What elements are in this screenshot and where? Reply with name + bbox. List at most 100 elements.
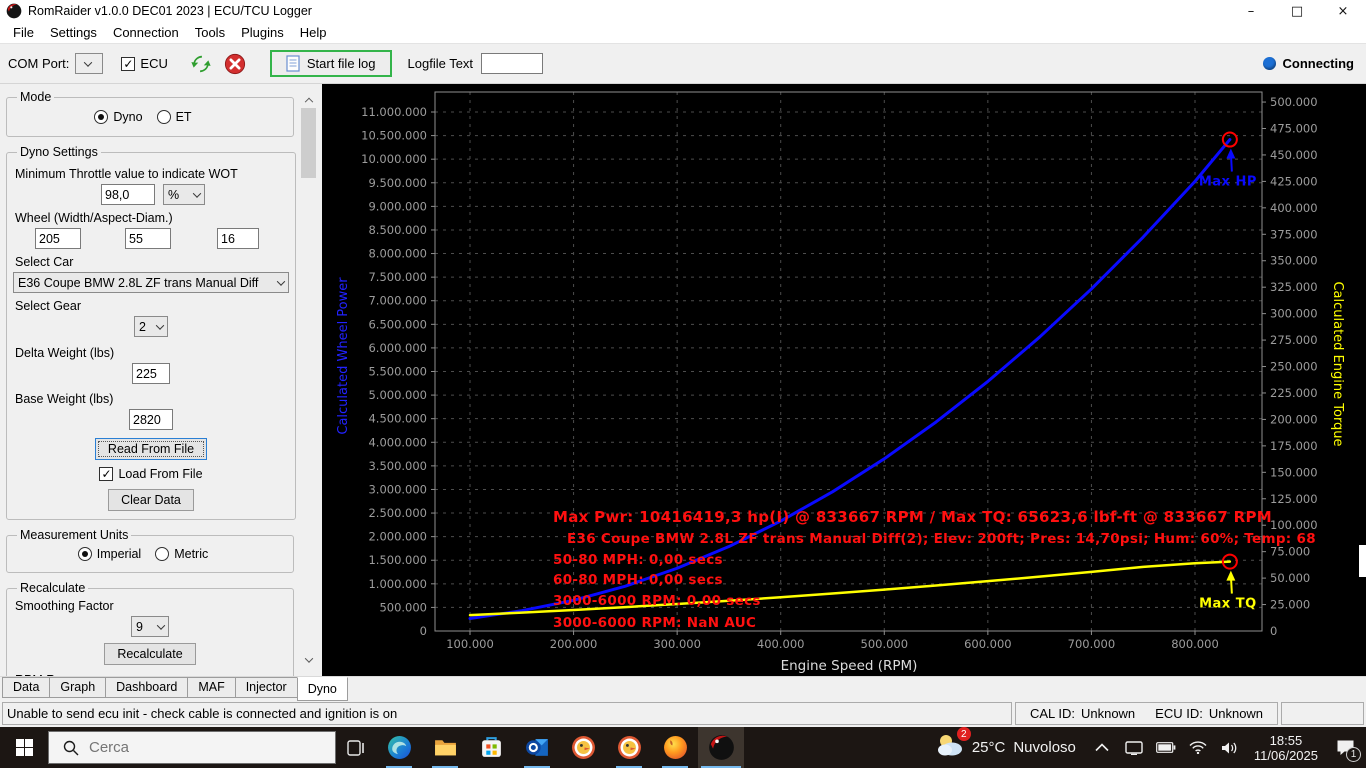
load-from-file-checkbox[interactable]: ✓ (99, 467, 114, 481)
menu-settings[interactable]: Settings (42, 23, 105, 42)
read-from-file-button[interactable]: Read From File (94, 438, 208, 460)
wheel-aspect-input[interactable] (125, 228, 171, 249)
tray-battery-icon[interactable] (1154, 734, 1178, 762)
taskbar-outlook[interactable] (514, 727, 560, 768)
units-metric-radio[interactable] (155, 547, 170, 561)
svg-text:8.000.000: 8.000.000 (368, 247, 427, 261)
svg-text:Calculated Wheel Power: Calculated Wheel Power (336, 277, 351, 435)
ecu-checkbox[interactable]: ✓ (121, 56, 136, 71)
taskbar-duckduckgo-2[interactable] (606, 727, 652, 768)
svg-text:600.000: 600.000 (964, 637, 1012, 651)
tray-clock[interactable]: 18:55 11/06/2025 (1254, 733, 1318, 763)
svg-text:375.000: 375.000 (1270, 227, 1318, 241)
taskbar-ms-store[interactable] (468, 727, 514, 768)
refresh-connection-icon[interactable] (190, 53, 212, 75)
taskbar-search[interactable] (48, 731, 336, 764)
clear-data-button[interactable]: Clear Data (108, 489, 194, 511)
maximize-button[interactable]: □ (1274, 0, 1320, 22)
logfile-text-label: Logfile Text (407, 56, 474, 71)
connection-status: Connecting (1262, 56, 1354, 71)
select-car-dropdown[interactable]: E36 Coupe BMW 2.8L ZF trans Manual Diff (13, 272, 289, 293)
tray-chevron-up-icon[interactable] (1090, 734, 1114, 762)
svg-text:7.500.000: 7.500.000 (368, 270, 427, 284)
delta-weight-input[interactable] (132, 363, 170, 384)
tab-injector[interactable]: Injector (234, 677, 298, 698)
menu-tools[interactable]: Tools (187, 23, 233, 42)
ecu-id-label: ECU ID: (1155, 706, 1203, 721)
svg-text:1.000.000: 1.000.000 (368, 577, 427, 591)
notification-center-button[interactable]: 1 (1328, 727, 1362, 768)
svg-text:500.000: 500.000 (1270, 95, 1318, 109)
mode-dyno-radio[interactable] (94, 110, 109, 124)
sidebar-scrollbar[interactable] (300, 90, 317, 668)
start-file-log-button[interactable]: Start file log (269, 50, 392, 77)
com-port-select[interactable] (75, 53, 104, 74)
delta-weight-label: Delta Weight (lbs) (15, 346, 115, 360)
task-view-button[interactable] (336, 727, 376, 768)
taskbar-edge[interactable] (376, 727, 422, 768)
logfile-text-input[interactable] (481, 53, 544, 74)
status-ids: CAL ID: Unknown ECU ID: Unknown (1015, 702, 1278, 725)
weather-widget[interactable]: 2 25°C Nuvoloso (936, 727, 1086, 763)
search-input[interactable] (89, 739, 289, 756)
close-button[interactable]: × (1320, 0, 1366, 22)
scrollbar-down-arrow-icon[interactable] (300, 651, 317, 668)
chevron-down-icon (84, 57, 93, 67)
scrollbar-up-arrow-icon[interactable] (300, 90, 317, 107)
tray-time: 18:55 (1269, 732, 1303, 748)
select-gear-dropdown[interactable]: 2 (134, 316, 168, 337)
weather-desc: Nuvoloso (1013, 739, 1076, 756)
taskbar-duckduckgo-1[interactable] (560, 727, 606, 768)
svg-text:1.500.000: 1.500.000 (368, 553, 427, 567)
wheel-width-input[interactable] (35, 228, 81, 249)
taskbar-firefox[interactable] (652, 727, 698, 768)
tab-dashboard[interactable]: Dashboard (105, 677, 189, 698)
svg-text:475.000: 475.000 (1270, 121, 1318, 135)
mode-et-radio[interactable] (156, 110, 171, 124)
tray-wifi-icon[interactable] (1186, 734, 1210, 762)
taskbar-romraider[interactable] (698, 727, 744, 768)
disconnect-icon[interactable] (224, 53, 246, 75)
system-tray: 2 25°C Nuvoloso 18:55 11/06/2025 1 (936, 727, 1366, 768)
chevron-down-icon (156, 620, 166, 630)
start-button[interactable] (0, 727, 48, 768)
svg-text:100.000: 100.000 (446, 637, 494, 651)
taskbar-file-explorer[interactable] (422, 727, 468, 768)
svg-text:225.000: 225.000 (1270, 386, 1318, 400)
measurement-units-group: Measurement Units Imperial Metric (6, 528, 294, 573)
svg-text:300.000: 300.000 (1270, 307, 1318, 321)
tray-cast-icon[interactable] (1122, 734, 1146, 762)
svg-text:25.000: 25.000 (1270, 598, 1310, 612)
units-imperial-radio[interactable] (77, 547, 92, 561)
menu-help[interactable]: Help (292, 23, 335, 42)
menu-file[interactable]: File (5, 23, 42, 42)
scrollbar-thumb[interactable] (301, 108, 316, 178)
svg-text:125.000: 125.000 (1270, 492, 1318, 506)
com-port-label: COM Port: (8, 56, 70, 71)
recalculate-button[interactable]: Recalculate (104, 643, 196, 665)
base-weight-input[interactable] (129, 409, 173, 430)
svg-text:4.500.000: 4.500.000 (368, 412, 427, 426)
recalculate-group: Recalculate Smoothing Factor 9 Recalcula… (6, 581, 294, 676)
svg-text:150.000: 150.000 (1270, 465, 1318, 479)
smoothing-factor-value: 9 (136, 619, 143, 634)
menu-plugins[interactable]: Plugins (233, 23, 292, 42)
cal-id-value: Unknown (1080, 706, 1136, 721)
svg-text:Calculated Engine Torque: Calculated Engine Torque (1330, 281, 1345, 446)
tray-volume-icon[interactable] (1218, 734, 1242, 762)
chart-scroll-artifact (1359, 545, 1366, 577)
minimize-button[interactable]: – (1228, 0, 1274, 22)
svg-text:400.000: 400.000 (757, 637, 805, 651)
wheel-label: Wheel (Width/Aspect-Diam.) (15, 211, 173, 225)
menu-connection[interactable]: Connection (105, 23, 187, 42)
svg-text:9.000.000: 9.000.000 (368, 199, 427, 213)
tab-data[interactable]: Data (2, 677, 51, 698)
tab-dyno[interactable]: Dyno (296, 677, 348, 701)
smoothing-factor-dropdown[interactable]: 9 (131, 616, 169, 637)
wot-unit-select[interactable]: % (163, 184, 205, 205)
wot-input[interactable] (101, 184, 155, 205)
select-car-value: E36 Coupe BMW 2.8L ZF trans Manual Diff (18, 275, 259, 290)
tab-graph[interactable]: Graph (49, 677, 107, 698)
tab-maf[interactable]: MAF (187, 677, 236, 698)
wheel-diam-input[interactable] (217, 228, 259, 249)
